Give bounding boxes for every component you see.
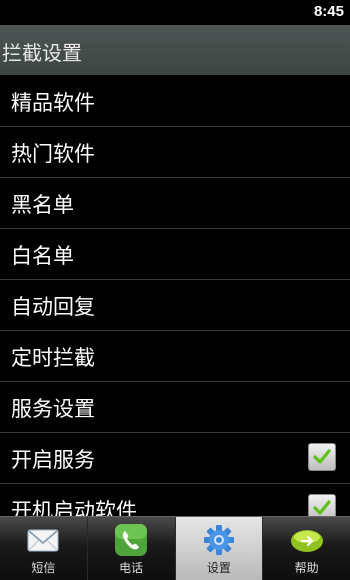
list-item-label: 开启服务 (11, 448, 95, 472)
tab-sms[interactable]: 短信 (0, 517, 88, 580)
boot-startup-checkbox[interactable] (308, 494, 336, 516)
envelope-icon (27, 529, 59, 552)
page-title: 拦截设置 (2, 41, 82, 65)
list-item-label: 热门软件 (11, 142, 95, 166)
tab-label: 帮助 (294, 561, 319, 575)
tab-settings[interactable]: 设置 (175, 517, 264, 580)
list-item-popular-software[interactable]: 热门软件 (0, 127, 350, 178)
gear-icon (203, 525, 234, 555)
list-item-label: 黑名单 (11, 193, 74, 217)
list-item-label: 服务设置 (11, 397, 95, 421)
status-bar: 8:45 (0, 0, 350, 25)
tab-label: 设置 (206, 561, 231, 575)
list-item-label: 自动回复 (11, 295, 95, 319)
help-icon (290, 530, 323, 552)
list-item-auto-reply[interactable]: 自动回复 (0, 280, 350, 331)
list-item-boutique-software[interactable]: 精品软件 (0, 76, 350, 127)
list-item-whitelist[interactable]: 白名单 (0, 229, 350, 280)
bottom-tab-bar: 短信 电话 设置 帮助 (0, 516, 350, 580)
check-icon (313, 449, 331, 464)
enable-service-checkbox[interactable] (308, 443, 336, 471)
list-item-label: 开机启动软件 (11, 499, 137, 516)
settings-list: 精品软件 热门软件 黑名单 白名单 自动回复 定时拦截 服务设置 开启服务 开机… (0, 76, 350, 516)
tab-label: 短信 (31, 561, 56, 575)
status-time: 8:45 (313, 3, 344, 20)
phone-icon (115, 524, 148, 556)
list-item-scheduled-block[interactable]: 定时拦截 (0, 331, 350, 382)
tab-label: 电话 (119, 561, 144, 575)
tab-phone[interactable]: 电话 (88, 517, 176, 580)
list-item-label: 白名单 (11, 244, 74, 268)
list-item-blacklist[interactable]: 黑名单 (0, 178, 350, 229)
title-bar: 拦截设置 (0, 25, 350, 75)
check-icon (313, 500, 331, 515)
tab-help[interactable]: 帮助 (263, 517, 350, 580)
list-item-label: 定时拦截 (11, 346, 95, 370)
list-item-boot-startup[interactable]: 开机启动软件 (0, 484, 350, 516)
list-item-label: 精品软件 (11, 91, 95, 115)
list-item-enable-service[interactable]: 开启服务 (0, 433, 350, 484)
list-item-service-settings[interactable]: 服务设置 (0, 382, 350, 433)
